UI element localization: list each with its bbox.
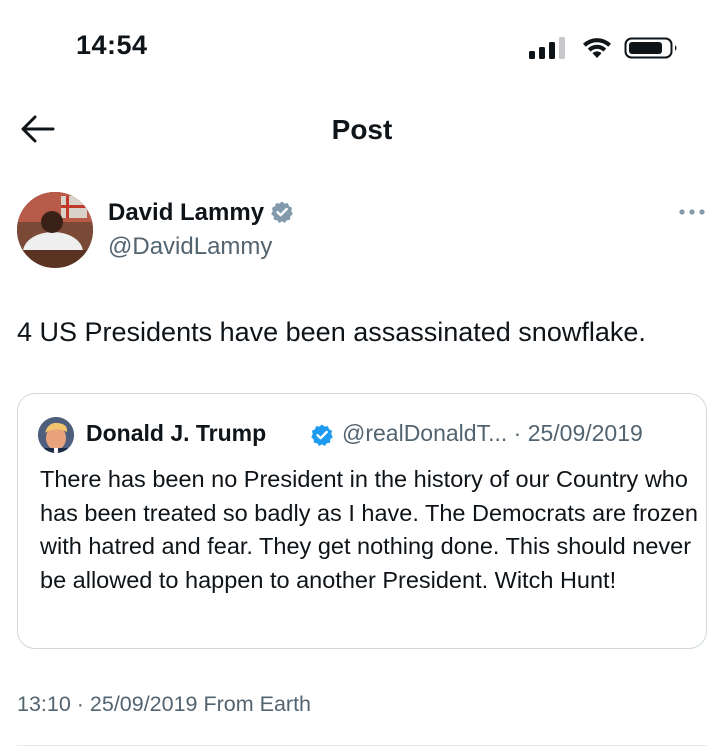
quoted-post-meta: @realDonaldT... · 25/09/2019: [342, 420, 643, 446]
verified-badge-icon: [271, 201, 293, 223]
battery-icon: [624, 37, 677, 59]
verified-badge-icon: [311, 424, 333, 446]
author-handle[interactable]: @DavidLammy: [108, 233, 272, 261]
author-name-text[interactable]: David Lammy: [108, 199, 264, 226]
status-time: 14:54: [76, 30, 148, 60]
quoted-author-name: Donald J. Trump: [86, 420, 267, 446]
author-avatar[interactable]: [17, 192, 93, 268]
wifi-icon: [583, 38, 611, 58]
status-icons: [528, 36, 688, 60]
quoted-post-text: There has been no President in the histo…: [40, 466, 698, 593]
quoted-author-avatar: [38, 417, 74, 453]
quoted-post-header: Donald J. Trump @realDonaldT... · 25/09/…: [38, 417, 698, 453]
more-options-icon[interactable]: [677, 204, 707, 220]
post-header: David Lammy @DavidLammy: [17, 192, 707, 272]
divider: [17, 745, 707, 746]
quoted-post-card[interactable]: Donald J. Trump @realDonaldT... · 25/09/…: [17, 393, 707, 649]
status-bar: 14:54: [0, 0, 724, 96]
post-text: 4 US Presidents have been assassinated s…: [17, 317, 646, 347]
nav-bar: Post: [0, 100, 724, 160]
signal-icon: [529, 37, 565, 59]
page-title: Post: [331, 114, 393, 145]
author-name[interactable]: David Lammy: [108, 199, 294, 227]
post-timestamp: 13:10 · 25/09/2019 From Earth: [17, 692, 312, 716]
